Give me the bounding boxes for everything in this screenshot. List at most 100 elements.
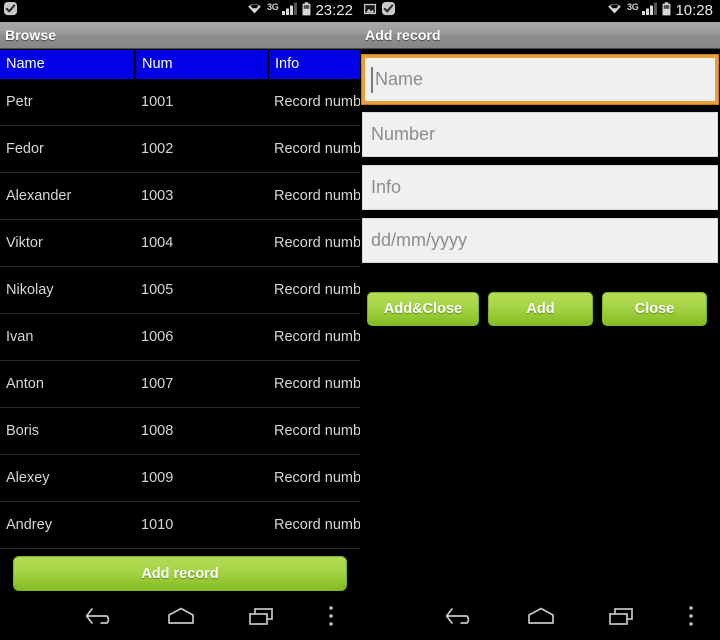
left-phone-screen: 3G 23:22 Browse Name Num Info Petr 1001 … bbox=[0, 0, 360, 640]
nav-overflow-button[interactable] bbox=[302, 596, 360, 640]
cell-name: Andrey bbox=[0, 501, 135, 549]
cell-num: 1001 bbox=[135, 79, 268, 126]
table-row[interactable]: Boris 1008 Record number 1008 bbox=[0, 407, 360, 455]
cell-num: 1005 bbox=[135, 266, 268, 314]
table-row[interactable]: Petr 1001 Record number 1001 bbox=[0, 79, 360, 126]
battery-icon bbox=[302, 1, 311, 21]
cell-info: Record number 1003 bbox=[268, 172, 360, 220]
cell-name: Alexey bbox=[0, 454, 135, 502]
cell-info: Record number 1004 bbox=[268, 219, 360, 267]
cell-num: 1009 bbox=[135, 454, 268, 502]
right-status-system-area: 3G 10:28 bbox=[606, 1, 716, 21]
cell-num: 1003 bbox=[135, 172, 268, 220]
battery-icon bbox=[662, 1, 671, 21]
table-body: Petr 1001 Record number 1001 Fedor 1002 … bbox=[0, 79, 360, 549]
signal-bars-icon bbox=[282, 2, 298, 20]
cell-info: Record number 1005 bbox=[268, 266, 360, 314]
cell-name: Alexander bbox=[0, 172, 135, 220]
home-icon bbox=[164, 605, 198, 632]
right-title-bar: Add record bbox=[360, 22, 720, 49]
close-button[interactable]: Close bbox=[602, 292, 707, 326]
name-input-placeholder: Name bbox=[375, 69, 424, 89]
nav-home-button[interactable] bbox=[501, 596, 582, 640]
wifi-icon bbox=[246, 2, 263, 20]
add-button[interactable]: Add bbox=[488, 292, 593, 326]
date-input[interactable]: dd/mm/yyyy bbox=[362, 218, 718, 263]
column-header-num[interactable]: Num bbox=[135, 50, 269, 79]
network-type-label: 3G bbox=[267, 1, 279, 12]
field-name: Name bbox=[362, 55, 718, 104]
overflow-menu-icon bbox=[327, 604, 335, 633]
number-input-placeholder: Number bbox=[371, 124, 436, 144]
signal-bars-icon bbox=[642, 2, 658, 20]
add-and-close-button[interactable]: Add&Close bbox=[367, 292, 479, 326]
table-row[interactable]: Anton 1007 Record number 1007 bbox=[0, 360, 360, 408]
cell-name: Fedor bbox=[0, 125, 135, 173]
table-row[interactable]: Alexander 1003 Record number 1003 bbox=[0, 172, 360, 220]
add-record-form: Name Number Info dd/mm/yyyy Add&Close Ad… bbox=[360, 50, 720, 596]
nav-back-button[interactable] bbox=[60, 596, 141, 640]
table-row[interactable]: Nikolay 1005 Record number 1005 bbox=[0, 266, 360, 314]
cell-info: Record number 1009 bbox=[268, 454, 360, 502]
nav-recents-button[interactable] bbox=[581, 596, 662, 640]
right-nav-bar bbox=[360, 596, 720, 640]
cell-num: 1010 bbox=[135, 501, 268, 549]
records-table-container[interactable]: Name Num Info Petr 1001 Record number 10… bbox=[0, 50, 360, 551]
recents-icon bbox=[245, 605, 279, 632]
image-icon bbox=[363, 2, 377, 21]
field-info: Info bbox=[362, 165, 718, 210]
table-row[interactable]: Ivan 1006 Record number 1006 bbox=[0, 313, 360, 361]
info-input-placeholder: Info bbox=[371, 177, 402, 197]
cell-info: Record number 1007 bbox=[268, 360, 360, 408]
cell-num: 1008 bbox=[135, 407, 268, 455]
add-record-button[interactable]: Add record bbox=[13, 556, 347, 591]
status-clock: 10:28 bbox=[675, 2, 713, 19]
table-row[interactable]: Viktor 1004 Record number 1004 bbox=[0, 219, 360, 267]
add-record-button-zone: Add record bbox=[0, 551, 360, 596]
cell-name: Ivan bbox=[0, 313, 135, 361]
cell-name: Viktor bbox=[0, 219, 135, 267]
back-icon bbox=[83, 605, 117, 632]
cell-info: Record number 1001 bbox=[268, 79, 360, 126]
nav-home-button[interactable] bbox=[141, 596, 222, 640]
cell-name: Anton bbox=[0, 360, 135, 408]
check-circle-icon bbox=[381, 1, 396, 21]
right-status-bar: 3G 10:28 bbox=[360, 0, 720, 22]
nav-back-button[interactable] bbox=[420, 596, 501, 640]
cell-num: 1002 bbox=[135, 125, 268, 173]
right-phone-screen: 3G 10:28 Add record Name Number Info dd/… bbox=[360, 0, 720, 640]
cell-info: Record number 1008 bbox=[268, 407, 360, 455]
left-status-bar: 3G 23:22 bbox=[0, 0, 360, 22]
left-nav-bar bbox=[0, 596, 360, 640]
nav-overflow-button[interactable] bbox=[662, 596, 720, 640]
cell-num: 1006 bbox=[135, 313, 268, 361]
table-row[interactable]: Fedor 1002 Record number 1002 bbox=[0, 125, 360, 173]
back-icon bbox=[443, 605, 477, 632]
table-row[interactable]: Alexey 1009 Record number 1009 bbox=[0, 454, 360, 502]
status-clock: 23:22 bbox=[315, 2, 353, 19]
table-header-row: Name Num Info bbox=[0, 50, 360, 79]
check-circle-icon bbox=[3, 1, 18, 21]
info-input[interactable]: Info bbox=[362, 165, 718, 210]
table-row[interactable]: Andrey 1010 Record number 1010 bbox=[0, 501, 360, 549]
text-caret bbox=[371, 66, 373, 93]
table-header: Name Num Info bbox=[0, 50, 360, 79]
cell-info: Record number 1006 bbox=[268, 313, 360, 361]
cell-name: Nikolay bbox=[0, 266, 135, 314]
cell-num: 1007 bbox=[135, 360, 268, 408]
cell-info: Record number 1010 bbox=[268, 501, 360, 549]
number-input[interactable]: Number bbox=[362, 112, 718, 157]
column-header-name[interactable]: Name bbox=[0, 50, 136, 79]
cell-name: Boris bbox=[0, 407, 135, 455]
nav-recents-button[interactable] bbox=[221, 596, 302, 640]
date-input-placeholder: dd/mm/yyyy bbox=[371, 230, 468, 250]
name-input[interactable]: Name bbox=[362, 55, 718, 104]
records-table: Name Num Info Petr 1001 Record number 10… bbox=[0, 50, 360, 549]
home-icon bbox=[524, 605, 558, 632]
overflow-menu-icon bbox=[687, 604, 695, 633]
page-title: Add record bbox=[365, 27, 441, 43]
recents-icon bbox=[605, 605, 639, 632]
field-date: dd/mm/yyyy bbox=[362, 218, 718, 263]
network-type-label: 3G bbox=[627, 1, 639, 12]
column-header-info[interactable]: Info bbox=[268, 50, 360, 79]
